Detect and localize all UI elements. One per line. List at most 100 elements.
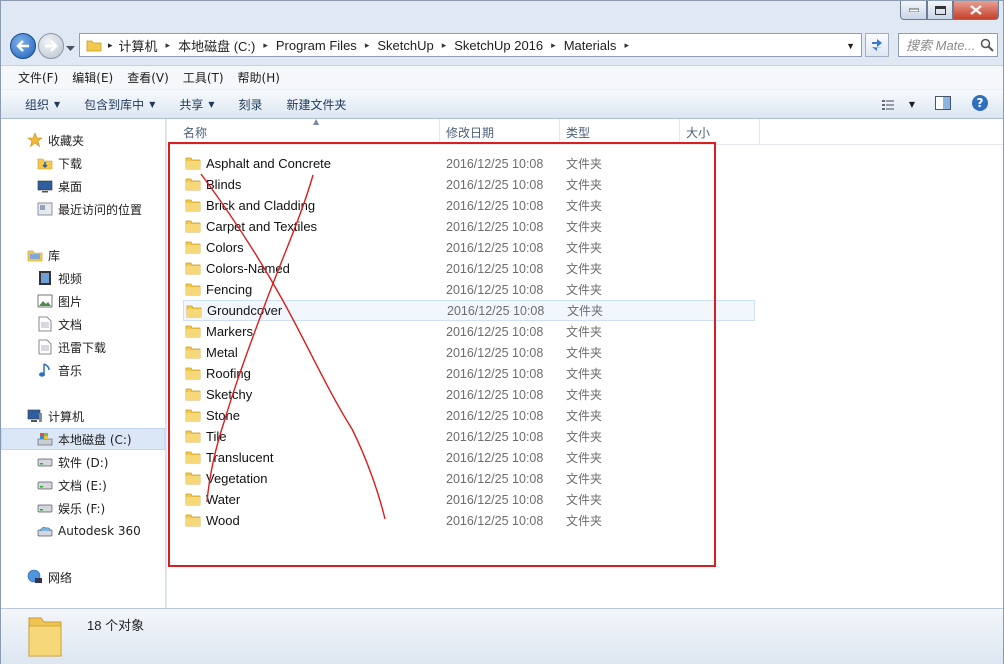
nav-libraries[interactable]: 库 <box>1 244 165 266</box>
menu-tools[interactable]: 工具(T) <box>176 69 231 86</box>
file-row[interactable]: Blinds 2016/12/25 10:08 文件夹 <box>183 174 755 195</box>
view-options-button[interactable]: ▼ <box>881 98 915 112</box>
file-name: Fencing <box>206 282 253 297</box>
share-button[interactable]: 共享 ▼ <box>171 96 222 113</box>
nav-drive-e[interactable]: 文档 (E:) <box>1 474 165 496</box>
column-header-size[interactable]: 大小 <box>680 119 760 145</box>
refresh-button[interactable] <box>865 33 889 57</box>
file-row[interactable]: Markers 2016/12/25 10:08 文件夹 <box>183 321 755 342</box>
breadcrumb-label: Materials <box>563 37 617 53</box>
menu-bar: 文件(F) 编辑(E) 查看(V) 工具(T) 帮助(H) <box>1 65 1003 89</box>
nav-autodesk-360[interactable]: Autodesk 360 <box>1 520 165 542</box>
minimize-button[interactable] <box>900 1 927 20</box>
nav-recent-places[interactable]: 最近访问的位置 <box>1 198 165 220</box>
nav-local-disk-c[interactable]: 本地磁盘 (C:) <box>1 428 165 450</box>
help-button[interactable]: ? <box>971 94 989 115</box>
back-button[interactable] <box>10 33 36 59</box>
nav-documents[interactable]: 文档 <box>1 313 165 335</box>
nav-videos[interactable]: 视频 <box>1 267 165 289</box>
nav-pictures[interactable]: 图片 <box>1 290 165 312</box>
file-modified: 2016/12/25 10:08 <box>446 429 544 444</box>
file-row[interactable]: Stone 2016/12/25 10:08 文件夹 <box>183 405 755 426</box>
search-input[interactable] <box>904 36 980 54</box>
downloads-folder-icon <box>37 155 53 171</box>
address-bar[interactable]: ▸ 计算机 ▸ 本地磁盘 (C:) ▸ Program Files ▸ SketchU… <box>79 33 862 57</box>
crumb-separator: ▸ <box>165 39 171 50</box>
nav-label: 文档 <box>58 317 83 332</box>
file-modified: 2016/12/25 10:08 <box>446 492 544 507</box>
file-row[interactable]: Carpet and Textiles 2016/12/25 10:08 文件夹 <box>183 216 755 237</box>
file-modified: 2016/12/25 10:08 <box>446 219 544 234</box>
breadcrumb-sketchup-2016[interactable]: SketchUp 2016 ▸ <box>450 38 559 53</box>
file-row[interactable]: Metal 2016/12/25 10:08 文件夹 <box>183 342 755 363</box>
file-row[interactable]: Roofing 2016/12/25 10:08 文件夹 <box>183 363 755 384</box>
file-name: Vegetation <box>206 471 268 486</box>
file-row[interactable]: Brick and Cladding 2016/12/25 10:08 文件夹 <box>183 195 755 216</box>
arrow-right-icon <box>45 40 58 52</box>
recent-places-icon <box>37 201 53 217</box>
folder-icon <box>86 38 102 52</box>
address-history-dropdown[interactable]: ▼ <box>846 41 855 51</box>
search-icon[interactable] <box>980 38 994 52</box>
breadcrumb-materials[interactable]: Materials ▸ <box>560 38 633 53</box>
file-row[interactable]: Fencing 2016/12/25 10:08 文件夹 <box>183 279 755 300</box>
nav-drive-f[interactable]: 娱乐 (F:) <box>1 497 165 519</box>
file-row[interactable]: Water 2016/12/25 10:08 文件夹 <box>183 489 755 510</box>
breadcrumb-program-files[interactable]: Program Files ▸ <box>272 38 373 53</box>
help-icon: ? <box>972 95 988 111</box>
menu-view[interactable]: 查看(V) <box>120 69 176 86</box>
burn-button[interactable]: 刻录 <box>231 96 271 113</box>
new-folder-button[interactable]: 新建文件夹 <box>279 96 355 113</box>
breadcrumb-label: SketchUp 2016 <box>454 37 544 53</box>
column-header-modified[interactable]: 修改日期 <box>440 119 560 145</box>
file-row[interactable]: Asphalt and Concrete 2016/12/25 10:08 文件夹 <box>183 153 755 174</box>
column-header-name[interactable]: 名称 ▲ <box>177 117 440 145</box>
chevron-down-icon: ▼ <box>208 99 215 109</box>
breadcrumb-local-disk[interactable]: 本地磁盘 (C:) ▸ <box>174 36 272 55</box>
nav-drive-d[interactable]: 软件 (D:) <box>1 451 165 473</box>
file-row[interactable]: Vegetation 2016/12/25 10:08 文件夹 <box>183 468 755 489</box>
close-button[interactable] <box>953 1 999 20</box>
folder-icon <box>185 387 201 404</box>
address-row: ▸ 计算机 ▸ 本地磁盘 (C:) ▸ Program Files ▸ SketchU… <box>1 29 1003 63</box>
menu-help[interactable]: 帮助(H) <box>231 69 287 86</box>
crumb-separator: ▸ <box>108 39 113 50</box>
svg-text:?: ? <box>977 96 984 110</box>
file-row[interactable]: Groundcover 2016/12/25 10:08 文件夹 <box>183 300 755 321</box>
forward-button[interactable] <box>38 33 64 59</box>
file-name: Roofing <box>206 366 251 381</box>
file-row[interactable]: Wood 2016/12/25 10:08 文件夹 <box>183 510 755 531</box>
nav-label: 最近访问的位置 <box>58 202 143 217</box>
nav-desktop[interactable]: 桌面 <box>1 175 165 197</box>
search-box[interactable] <box>898 33 998 57</box>
music-note-icon <box>37 362 53 378</box>
breadcrumb-computer[interactable]: 计算机 ▸ <box>115 36 175 55</box>
nav-music[interactable]: 音乐 <box>1 359 165 381</box>
file-type: 文件夹 <box>566 514 603 528</box>
file-row[interactable]: Tile 2016/12/25 10:08 文件夹 <box>183 426 755 447</box>
crumb-separator: ▸ <box>263 39 268 50</box>
nav-favorites[interactable]: 收藏夹 <box>1 129 165 151</box>
menu-edit[interactable]: 编辑(E) <box>65 69 120 86</box>
breadcrumb-sketchup[interactable]: SketchUp ▸ <box>373 38 450 53</box>
file-type: 文件夹 <box>566 199 603 213</box>
document-icon <box>37 339 53 355</box>
include-in-library-button[interactable]: 包含到库中 ▼ <box>76 96 163 113</box>
nav-thunder-downloads[interactable]: 迅雷下载 <box>1 336 165 358</box>
preview-pane-button[interactable] <box>935 96 951 113</box>
organize-button[interactable]: 组织 ▼ <box>17 96 68 113</box>
nav-computer[interactable]: 计算机 <box>1 405 165 427</box>
menu-file[interactable]: 文件(F) <box>11 69 65 86</box>
file-row[interactable]: Translucent 2016/12/25 10:08 文件夹 <box>183 447 755 468</box>
column-header-type[interactable]: 类型 <box>560 119 680 145</box>
nav-downloads[interactable]: 下载 <box>1 152 165 174</box>
new-folder-label: 新建文件夹 <box>286 97 347 112</box>
file-modified: 2016/12/25 10:08 <box>446 471 544 486</box>
file-row[interactable]: Sketchy 2016/12/25 10:08 文件夹 <box>183 384 755 405</box>
file-row[interactable]: Colors 2016/12/25 10:08 文件夹 <box>183 237 755 258</box>
maximize-button[interactable] <box>927 1 953 20</box>
file-row[interactable]: Colors-Named 2016/12/25 10:08 文件夹 <box>183 258 755 279</box>
nav-network[interactable]: 网络 <box>1 566 165 588</box>
file-name: Groundcover <box>207 303 283 318</box>
recent-pages-dropdown[interactable] <box>66 41 75 55</box>
